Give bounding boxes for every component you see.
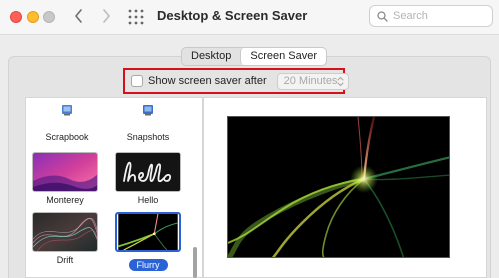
snapshots-icon [143, 105, 153, 116]
screen-saver-item-snapshots[interactable]: Snapshots [113, 104, 183, 142]
screen-saver-item-monterey[interactable]: Monterey [30, 152, 100, 205]
chevron-left-icon [74, 9, 82, 23]
window-title: Desktop & Screen Saver [157, 8, 308, 23]
back-button[interactable] [68, 4, 88, 28]
flurry-thumbnail [115, 212, 181, 252]
scrapbook-icon [62, 105, 72, 116]
flurry-preview-image [228, 117, 449, 257]
tab-bar: Desktop Screen Saver [181, 47, 328, 66]
tab-desktop[interactable]: Desktop [182, 48, 240, 65]
screen-saver-label-scrapbook: Scrapbook [45, 132, 89, 142]
screen-saver-item-hello[interactable]: Hello [113, 152, 183, 205]
screen-saver-item-scrapbook[interactable]: Scrapbook [32, 104, 102, 142]
chevron-right-icon [102, 9, 110, 23]
show-screen-saver-checkbox[interactable] [131, 75, 143, 87]
screen-saver-label-drift: Drift [56, 255, 74, 265]
screen-saver-item-flurry[interactable]: Flurry [113, 212, 183, 273]
show-screen-saver-label: Show screen saver after [148, 75, 267, 87]
screen-saver-label-flurry: Flurry [128, 259, 168, 271]
show-all-button[interactable] [127, 8, 145, 26]
search-field[interactable] [369, 5, 493, 27]
screen-saver-label-snapshots: Snapshots [126, 132, 170, 142]
screen-saver-label-monterey: Monterey [46, 195, 84, 205]
screen-saver-item-drift[interactable]: Drift [30, 212, 100, 265]
forward-button[interactable] [96, 4, 116, 28]
screen-saver-preview [227, 116, 450, 258]
drift-thumbnail [32, 212, 98, 252]
monterey-thumbnail [32, 152, 98, 192]
hello-thumbnail [115, 152, 181, 192]
minimize-window-button[interactable] [27, 11, 39, 23]
search-input[interactable] [393, 10, 483, 22]
zoom-window-button[interactable] [43, 11, 55, 23]
screen-saver-delay-value: 20 Minutes [283, 75, 338, 87]
screen-saver-list: Scrapbook Snapshots Monterey Hello Drift… [25, 97, 203, 278]
title-bar: Desktop & Screen Saver [0, 0, 499, 35]
show-screen-saver-after-row: Show screen saver after 20 Minutes [123, 68, 350, 94]
close-window-button[interactable] [10, 11, 22, 23]
screen-saver-delay-select[interactable]: 20 Minutes [276, 72, 350, 90]
list-scrollbar[interactable] [193, 247, 197, 278]
search-icon [377, 10, 388, 22]
tab-screen-saver[interactable]: Screen Saver [240, 48, 327, 65]
screen-saver-label-hello: Hello [137, 195, 159, 205]
updown-chevron-icon [337, 76, 344, 86]
grid-icon [128, 9, 144, 25]
